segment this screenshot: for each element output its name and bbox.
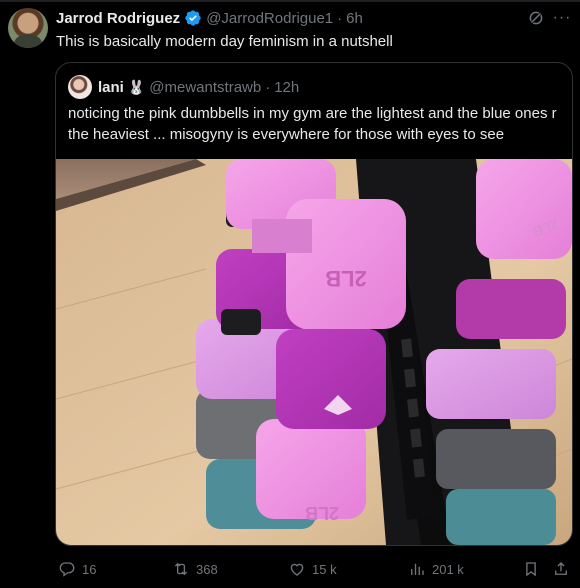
bookmark-icon xyxy=(526,562,536,577)
reply-button[interactable]: 16 xyxy=(58,558,96,580)
dumbbell-label: 2LB xyxy=(325,266,367,291)
timestamp[interactable]: 6h xyxy=(346,10,363,27)
avatar[interactable] xyxy=(8,8,48,48)
quoted-media-image[interactable]: 2LB 2LB 2LB xyxy=(56,159,572,545)
author-handle[interactable]: @JarrodRodrigue1 xyxy=(206,10,333,27)
share-icon xyxy=(555,562,567,575)
action-bar: 16 368 15 k 201 k xyxy=(56,558,572,580)
quoted-author-name[interactable]: lani xyxy=(98,79,124,96)
separator-dot: · xyxy=(265,78,271,96)
more-icon[interactable]: ··· xyxy=(552,8,572,28)
views-button[interactable]: 201 k xyxy=(408,558,464,580)
verified-badge-icon xyxy=(185,10,201,26)
divider xyxy=(0,0,580,2)
retweet-count: 368 xyxy=(196,561,218,577)
quoted-author-handle[interactable]: @mewantstrawb xyxy=(149,79,261,96)
dumbbell-label-bottom: 2LB xyxy=(305,503,339,523)
bookmark-button[interactable] xyxy=(522,558,540,580)
tweet[interactable]: Jarrod Rodriguez @JarrodRodrigue1 · 6h ·… xyxy=(0,0,580,588)
like-icon xyxy=(290,563,304,576)
quoted-tweet-text: noticing the pink dumbbells in my gym ar… xyxy=(68,105,557,143)
tweet-text: This is basically modern day feminism in… xyxy=(56,33,393,50)
like-button[interactable]: 15 k xyxy=(288,558,337,580)
rabbit-emoji: 🐰 xyxy=(127,78,146,95)
quoted-tweet-header: lani 🐰 @mewantstrawb · 12h xyxy=(68,75,299,99)
views-icon xyxy=(411,563,424,575)
share-button[interactable] xyxy=(552,558,570,580)
like-count: 15 k xyxy=(312,561,337,577)
tweet-header: Jarrod Rodriguez @JarrodRodrigue1 · 6h xyxy=(56,8,363,28)
views-count: 201 k xyxy=(432,561,464,577)
reply-count: 16 xyxy=(82,561,97,577)
retweet-button[interactable]: 368 xyxy=(172,558,218,580)
retweet-icon xyxy=(174,562,188,576)
quoted-tweet[interactable]: lani 🐰 @mewantstrawb · 12h noticing the … xyxy=(55,62,573,546)
author-name[interactable]: Jarrod Rodriguez xyxy=(56,10,180,27)
dumbbell-photo: 2LB 2LB 2LB xyxy=(56,159,572,545)
grok-icon[interactable] xyxy=(527,9,545,27)
quoted-avatar[interactable] xyxy=(68,75,92,99)
quoted-timestamp[interactable]: 12h xyxy=(274,79,299,96)
separator-dot: · xyxy=(337,9,343,27)
reply-icon xyxy=(59,562,75,577)
